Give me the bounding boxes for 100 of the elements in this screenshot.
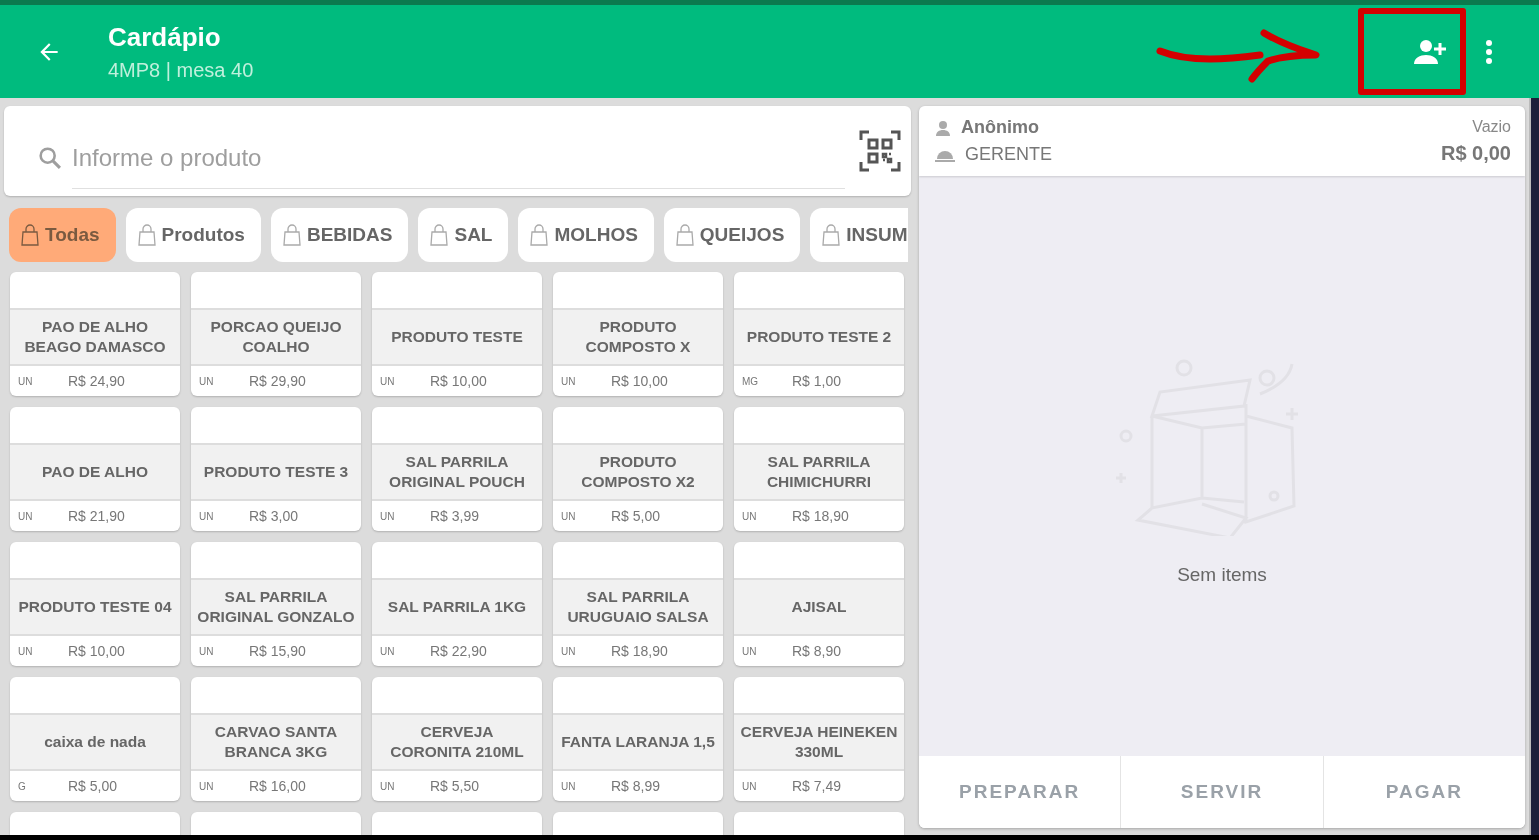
product-card[interactable]: PRODUTO COMPOSTO X UN R$ 10,00 (553, 272, 723, 396)
qr-scan-button[interactable] (859, 130, 901, 172)
product-card[interactable]: PRODUTO TESTE UN R$ 10,00 (372, 272, 542, 396)
product-name: PRODUTO TESTE 2 (734, 310, 904, 366)
product-price: R$ 16,00 (249, 778, 306, 794)
bag-icon (530, 224, 549, 246)
search-icon (36, 144, 64, 172)
product-card[interactable]: PRODUTO TESTE 2 MG R$ 1,00 (734, 272, 904, 396)
product-name: FANTA LARANJA 1,5 (553, 715, 723, 771)
unit-label: UN (561, 645, 577, 657)
unit-label: UN (199, 375, 215, 387)
product-name: PRODUTO TESTE 3 (191, 445, 361, 501)
product-price: R$ 3,00 (249, 508, 299, 524)
product-name: caixa de nada (10, 715, 180, 771)
product-card[interactable]: SAL PARRILA ORIGINAL GONZALO UN R$ 15,90 (191, 542, 361, 666)
bag-icon (822, 224, 841, 246)
product-card[interactable]: PRODUTO COMPOSTO X2 UN R$ 5,00 (553, 407, 723, 531)
person-icon (935, 119, 951, 136)
category-chip[interactable]: Todas (9, 208, 116, 262)
unit-label: UN (380, 780, 396, 792)
product-price: R$ 18,90 (792, 508, 849, 524)
unit-label: UN (199, 645, 215, 657)
product-name: CARVAO SANTA BRANCA 3KG (191, 715, 361, 771)
category-chip[interactable]: SAL (418, 208, 509, 262)
product-card[interactable]: CERVEJA HEINEKEN 330ML UN R$ 7,49 (734, 677, 904, 801)
product-price: R$ 7,49 (792, 778, 842, 794)
unit-label: UN (742, 780, 758, 792)
product-price: R$ 5,50 (430, 778, 480, 794)
empty-message: Sem items (1177, 564, 1267, 586)
unit-label: UN (742, 645, 758, 657)
product-price: R$ 18,90 (611, 643, 668, 659)
product-price: R$ 1,00 (792, 373, 842, 389)
product-card[interactable]: PAO DE ALHO BEAGO DAMASCO UN R$ 24,90 (10, 272, 180, 396)
product-price: R$ 5,00 (611, 508, 661, 524)
product-name: PRODUTO TESTE 04 (10, 580, 180, 636)
product-name: AJISAL (734, 580, 904, 636)
category-chip[interactable]: MOLHOS (518, 208, 654, 262)
product-card[interactable]: FANTA LARANJA 1,5 UN R$ 8,99 (553, 677, 723, 801)
unit-label: MG (742, 375, 760, 387)
unit-label: UN (199, 510, 215, 522)
product-card[interactable]: caixa de nada G R$ 5,00 (10, 677, 180, 801)
unit-label: UN (561, 780, 577, 792)
product-name: SAL PARRILA ORIGINAL POUCH (372, 445, 542, 501)
product-price: R$ 8,90 (792, 643, 842, 659)
bag-icon (675, 224, 694, 246)
product-card[interactable]: PRODUTO TESTE 04 UN R$ 10,00 (10, 542, 180, 666)
unit-label: UN (18, 510, 34, 522)
product-price: R$ 24,90 (68, 373, 125, 389)
customer-name: Anônimo (961, 117, 1039, 138)
category-chip[interactable]: INSUM (810, 208, 908, 262)
unit-label: UN (742, 510, 758, 522)
product-price: R$ 15,90 (249, 643, 306, 659)
unit-label: UN (380, 645, 396, 657)
product-name: SAL PARRILA URUGUAIO SALSA (553, 580, 723, 636)
product-name: CERVEJA CORONITA 210ML (372, 715, 542, 771)
product-name: SAL PARRILA 1KG (372, 580, 542, 636)
unit-label: UN (199, 780, 215, 792)
unit-label: UN (380, 375, 396, 387)
product-price: R$ 10,00 (430, 373, 487, 389)
product-name: PRODUTO COMPOSTO X (553, 310, 723, 366)
product-name: PRODUTO COMPOSTO X2 (553, 445, 723, 501)
product-card[interactable]: CERVEJA CORONITA 210ML UN R$ 5,50 (372, 677, 542, 801)
product-card[interactable]: CARVAO SANTA BRANCA 3KG UN R$ 16,00 (191, 677, 361, 801)
screen-title: Cardápio (108, 21, 222, 53)
product-name: CERVEJA HEINEKEN 330ML (734, 715, 904, 771)
product-card[interactable]: PRODUTO TESTE 3 UN R$ 3,00 (191, 407, 361, 531)
product-name: PORCAO QUEIJO COALHO (191, 310, 361, 366)
product-price: R$ 29,90 (249, 373, 306, 389)
product-card[interactable]: PAO DE ALHO UN R$ 21,90 (10, 407, 180, 531)
product-price: R$ 21,90 (68, 508, 125, 524)
product-card[interactable]: SAL PARRILA URUGUAIO SALSA UN R$ 18,90 (553, 542, 723, 666)
product-name: PRODUTO TESTE (372, 310, 542, 366)
product-card[interactable]: SAL PARRILA 1KG UN R$ 22,90 (372, 542, 542, 666)
category-chip[interactable]: BEBIDAS (270, 208, 409, 262)
product-name: SAL PARRILA CHIMICHURRI (734, 445, 904, 501)
bag-icon (137, 224, 156, 246)
product-name: PAO DE ALHO (10, 445, 180, 501)
unit-label: UN (18, 375, 34, 387)
product-name: PAO DE ALHO BEAGO DAMASCO (10, 310, 180, 366)
bag-icon (21, 224, 39, 246)
category-chip[interactable]: QUEIJOS (663, 208, 801, 262)
product-price: R$ 22,90 (430, 643, 487, 659)
order-total: R$ 0,00 (1440, 141, 1511, 165)
waiter-role: GERENTE (965, 144, 1052, 165)
product-card[interactable]: SAL PARRILA ORIGINAL POUCH UN R$ 3,99 (372, 407, 542, 531)
more-vertical-icon (1485, 38, 1493, 65)
product-price: R$ 10,00 (68, 643, 125, 659)
qr-code-icon (859, 130, 901, 172)
order-status: Vazio (1472, 117, 1511, 136)
product-card[interactable]: AJISAL UN R$ 8,90 (734, 542, 904, 666)
category-chip[interactable]: Produtos (125, 208, 261, 262)
product-card[interactable]: SAL PARRILA CHIMICHURRI UN R$ 18,90 (734, 407, 904, 531)
add-person-icon (1413, 38, 1447, 65)
screen-subtitle: 4MP8 | mesa 40 (108, 58, 254, 82)
bag-icon (282, 224, 301, 246)
product-card[interactable]: PORCAO QUEIJO COALHO UN R$ 29,90 (191, 272, 361, 396)
bag-icon (430, 224, 449, 246)
product-name: SAL PARRILA ORIGINAL GONZALO (191, 580, 361, 636)
unit-label: UN (380, 510, 396, 522)
search-bar[interactable]: Informe o produto (4, 106, 911, 196)
